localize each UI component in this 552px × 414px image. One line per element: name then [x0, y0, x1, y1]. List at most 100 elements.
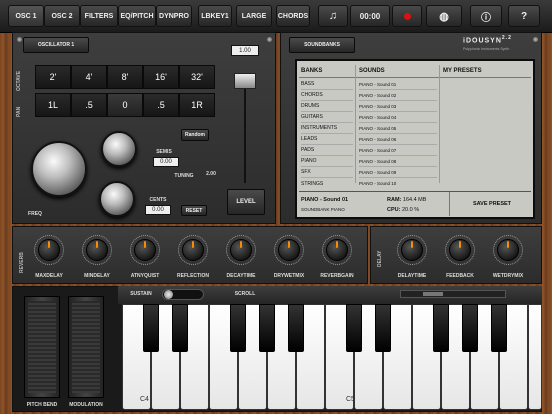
random-button[interactable]: Random — [181, 129, 209, 141]
bank-item[interactable]: STRINGS — [301, 178, 353, 189]
tab-eq-pitch[interactable]: EQ/PITCH — [118, 5, 156, 27]
mindelay-knob[interactable] — [86, 239, 108, 261]
delaytime-knob[interactable] — [401, 239, 423, 261]
bank-item[interactable]: PADS — [301, 145, 353, 156]
sound-item[interactable]: PIANO - Sound 07 — [359, 145, 437, 156]
freq-knob[interactable] — [31, 141, 87, 197]
black-key[interactable] — [172, 304, 188, 352]
bank-item[interactable]: SFX — [301, 167, 353, 178]
semis-value[interactable]: 0.00 — [153, 157, 179, 167]
bank-item-selected[interactable]: PIANO — [301, 156, 353, 167]
bank-item[interactable]: LEADS — [301, 134, 353, 145]
soundbanks-button[interactable]: SOUNDBANKS — [289, 37, 355, 53]
divider — [299, 191, 531, 192]
pan-right-half[interactable]: .5 — [143, 93, 179, 117]
black-key[interactable] — [143, 304, 159, 352]
decaytime-knob[interactable] — [230, 239, 252, 261]
delay-panel: DELAY DELAYTIME FEEDBACK WETDRYMIX — [370, 226, 542, 284]
level-label: LEVEL — [227, 189, 265, 215]
tab-osc2[interactable]: OSC 2 — [44, 5, 80, 27]
tab-osc1[interactable]: OSC 1 — [8, 5, 44, 27]
black-key[interactable] — [288, 304, 304, 352]
wetdrymix-knob[interactable] — [497, 239, 519, 261]
black-key[interactable] — [462, 304, 478, 352]
sound-item[interactable]: PIANO - Sound 04 — [359, 112, 437, 123]
octave-16[interactable]: 16' — [143, 65, 179, 89]
sound-item[interactable]: PIANO - Sound 06 — [359, 134, 437, 145]
pitch-bend-wheel[interactable] — [24, 296, 60, 398]
bank-item[interactable]: BASS — [301, 79, 353, 90]
sustain-toggle[interactable] — [162, 289, 204, 300]
sound-item[interactable]: PIANO - Sound 05 — [359, 123, 437, 134]
tab-filters[interactable]: FILTERS — [80, 5, 118, 27]
maxdelay-knob[interactable] — [38, 239, 60, 261]
atnyquist-knob[interactable] — [134, 239, 156, 261]
mindelay-label: MINDELAY — [84, 273, 110, 279]
info-icon[interactable]: ⓘ — [470, 5, 502, 27]
level-slider-handle[interactable] — [234, 73, 256, 89]
black-key[interactable] — [433, 304, 449, 352]
black-key[interactable] — [375, 304, 391, 352]
save-preset-button[interactable]: SAVE PRESET — [455, 198, 529, 209]
octave-8[interactable]: 8' — [107, 65, 143, 89]
semis-knob[interactable] — [101, 131, 137, 167]
lbkey1-button[interactable]: LBKEY1 — [198, 5, 232, 27]
sound-item[interactable]: PIANO - Sound 08 — [359, 156, 437, 167]
record-icon — [403, 12, 411, 20]
reverb-panel: REVERB MAXDELAY MINDELAY ATNYQUIST REFLE… — [12, 226, 368, 284]
pan-left-half[interactable]: .5 — [71, 93, 107, 117]
sound-item[interactable]: PIANO - Sound 01 — [359, 79, 437, 90]
music-note-icon[interactable]: ♫ — [318, 5, 348, 27]
sound-item[interactable]: PIANO - Sound 10 — [359, 178, 437, 189]
octave-label: OCTAVE — [16, 70, 22, 91]
delay-label: DELAY — [377, 250, 383, 268]
scroll-bar[interactable] — [400, 290, 506, 298]
cents-value[interactable]: 0.00 — [145, 205, 171, 215]
screw-icon — [267, 37, 272, 42]
feedback-knob[interactable] — [449, 239, 471, 261]
reset-button[interactable]: RESET — [181, 205, 207, 216]
reflection-knob[interactable] — [182, 239, 204, 261]
cents-knob[interactable] — [99, 181, 135, 217]
octave-4[interactable]: 4' — [71, 65, 107, 89]
octave-2[interactable]: 2' — [35, 65, 71, 89]
white-key[interactable] — [528, 304, 542, 410]
freq-label: FREQ — [28, 211, 42, 217]
modulation-label: MODULATION — [69, 402, 103, 408]
oscillator-panel: OSCILLATOR 1 OCTAVE PAN 2' 4' 8' 16' 32'… — [12, 32, 276, 224]
reverb-label: REVERB — [19, 252, 25, 273]
decaytime-label: DECAYTIME — [226, 273, 256, 279]
sustain-label: SUSTAIN — [130, 291, 152, 297]
sound-item[interactable]: PIANO - Sound 02 — [359, 90, 437, 101]
scroll-thumb[interactable] — [423, 292, 443, 296]
record-button[interactable] — [392, 5, 422, 27]
black-key[interactable] — [259, 304, 275, 352]
wetdrymix-label: WETDRYMIX — [492, 273, 524, 279]
modulation-wheel[interactable] — [68, 296, 104, 398]
chords-button[interactable]: CHORDS — [276, 5, 310, 27]
pan-label: PAN — [16, 106, 22, 117]
black-key[interactable] — [230, 304, 246, 352]
sound-item[interactable]: PIANO - Sound 03 — [359, 101, 437, 112]
bank-item[interactable]: INSTRUMENTS — [301, 123, 353, 134]
drywetmix-knob[interactable] — [278, 239, 300, 261]
maxdelay-label: MAXDELAY — [35, 273, 63, 279]
octave-32[interactable]: 32' — [179, 65, 215, 89]
tab-dynpro[interactable]: DYNPRO — [156, 5, 192, 27]
pan-center[interactable]: 0 — [107, 93, 143, 117]
c4-label: C4 — [140, 396, 149, 403]
reverbgain-knob[interactable] — [326, 239, 348, 261]
bank-item[interactable]: DRUMS — [301, 101, 353, 112]
bank-item[interactable]: GUITARS — [301, 112, 353, 123]
oscillator-selector[interactable]: OSCILLATOR 1 — [23, 37, 89, 53]
black-key[interactable] — [491, 304, 507, 352]
screw-icon — [17, 37, 22, 42]
globe-icon[interactable]: ◍ — [426, 5, 462, 27]
sound-item[interactable]: PIANO - Sound 09 — [359, 167, 437, 178]
help-icon[interactable]: ? — [508, 5, 540, 27]
pan-1r[interactable]: 1R — [179, 93, 215, 117]
large-button[interactable]: LARGE — [236, 5, 272, 27]
pan-1l[interactable]: 1L — [35, 93, 71, 117]
bank-item[interactable]: CHORDS — [301, 90, 353, 101]
black-key[interactable] — [346, 304, 362, 352]
